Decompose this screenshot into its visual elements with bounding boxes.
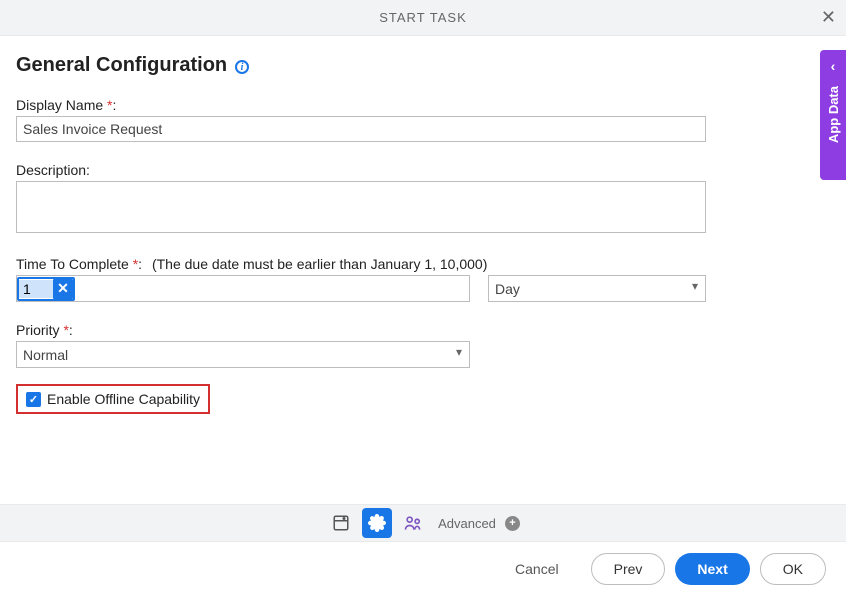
enable-offline-checkbox-row[interactable]: ✓ Enable Offline Capability bbox=[16, 384, 210, 414]
chevron-left-icon: ‹ bbox=[831, 58, 836, 74]
settings-gear-icon[interactable] bbox=[362, 508, 392, 538]
required-mark: * bbox=[107, 97, 112, 113]
next-button[interactable]: Next bbox=[675, 553, 749, 585]
dialog-content: General Configuration i Display Name *: … bbox=[0, 36, 846, 504]
clear-icon[interactable]: ✕ bbox=[53, 279, 73, 299]
display-name-input[interactable] bbox=[16, 116, 706, 142]
priority-select-wrap: Normal bbox=[16, 341, 470, 368]
display-name-label: Display Name *: bbox=[16, 97, 830, 113]
required-mark: * bbox=[63, 322, 68, 338]
time-to-complete-row: ✕ Day bbox=[16, 275, 830, 302]
description-input[interactable] bbox=[16, 181, 706, 233]
display-name-group: Display Name *: bbox=[16, 97, 830, 142]
prev-button[interactable]: Prev bbox=[591, 553, 666, 585]
info-icon[interactable]: i bbox=[235, 60, 249, 74]
dialog-title: START TASK bbox=[379, 10, 467, 25]
time-unit-select[interactable]: Day bbox=[488, 275, 706, 302]
description-label: Description: bbox=[16, 162, 830, 178]
required-mark: * bbox=[133, 256, 138, 272]
bottom-toolbar: Advanced + bbox=[0, 504, 846, 542]
dialog-header: START TASK ✕ bbox=[0, 0, 846, 36]
section-title: General Configuration bbox=[16, 54, 227, 77]
ok-button[interactable]: OK bbox=[760, 553, 826, 585]
close-icon[interactable]: ✕ bbox=[821, 8, 836, 26]
time-to-complete-input-wrap: ✕ bbox=[16, 275, 470, 302]
checkbox-checked-icon: ✓ bbox=[26, 392, 41, 407]
description-group: Description: bbox=[16, 162, 830, 236]
time-to-complete-value[interactable] bbox=[19, 280, 53, 298]
app-data-side-tab[interactable]: ‹ App Data bbox=[820, 50, 846, 180]
time-to-complete-hint: (The due date must be earlier than Janua… bbox=[152, 256, 487, 272]
form-view-icon[interactable] bbox=[326, 508, 356, 538]
plus-circle-icon[interactable]: + bbox=[505, 516, 520, 531]
time-unit-select-wrap: Day bbox=[488, 275, 706, 302]
enable-offline-label: Enable Offline Capability bbox=[47, 391, 200, 407]
time-to-complete-input-inner: ✕ bbox=[17, 277, 75, 301]
section-heading-row: General Configuration i bbox=[16, 54, 830, 77]
dialog-footer: Cancel Prev Next OK bbox=[0, 542, 846, 596]
participants-icon[interactable] bbox=[398, 508, 428, 538]
time-to-complete-label: Time To Complete *: (The due date must b… bbox=[16, 256, 830, 272]
priority-select[interactable]: Normal bbox=[16, 341, 470, 368]
time-to-complete-group: Time To Complete *: (The due date must b… bbox=[16, 256, 830, 302]
advanced-label[interactable]: Advanced bbox=[438, 516, 496, 531]
priority-group: Priority *: Normal bbox=[16, 322, 830, 368]
cancel-button[interactable]: Cancel bbox=[493, 553, 581, 585]
app-data-label: App Data bbox=[826, 86, 841, 143]
priority-label: Priority *: bbox=[16, 322, 830, 338]
